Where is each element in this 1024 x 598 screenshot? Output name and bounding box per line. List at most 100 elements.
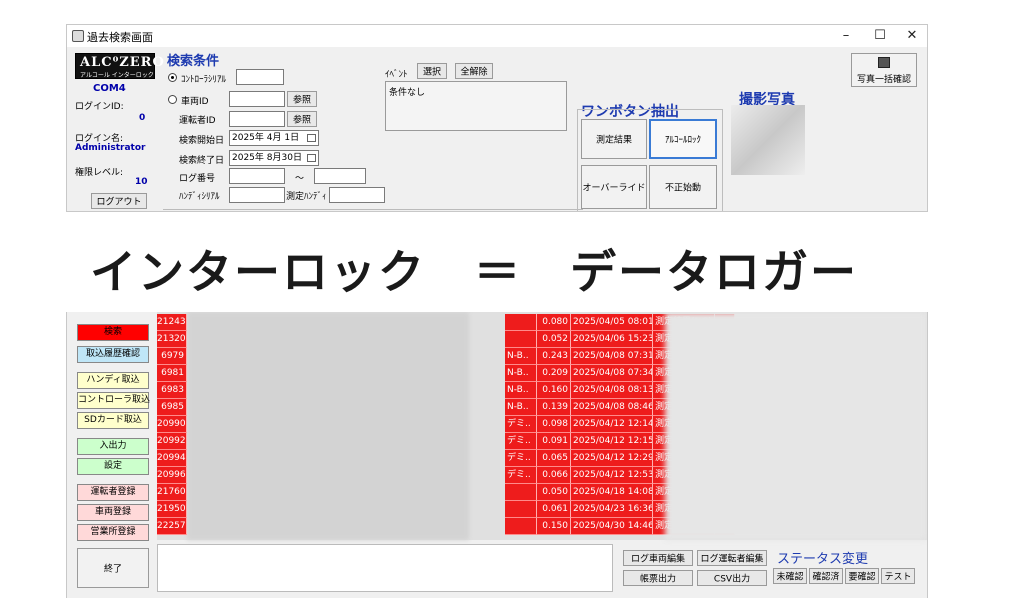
status-test-button[interactable]: テスト (881, 568, 915, 584)
table-row[interactable]: 20996デミ..0.0662025/04/12 12:53:43測定結果(NG… (157, 467, 737, 484)
log-no-label: ログ番号 (179, 174, 216, 184)
cell-datetime: 2025/04/08 07:31:46 (571, 348, 653, 365)
cell-value: 0.080 (537, 314, 571, 331)
cell-datetime: 2025/04/12 12:29:35 (571, 450, 653, 467)
vehicle-ref-button[interactable]: 参照 (287, 91, 317, 107)
override-button[interactable]: オーバーライド (581, 165, 647, 209)
log-driver-edit-button[interactable]: ログ運転者編集 (697, 550, 767, 566)
alcohol-lock-button[interactable]: ｱﾙｺｰﾙﾛｯｸ (649, 119, 717, 159)
measure-result-button[interactable]: 測定結果 (581, 119, 647, 159)
driver-id-input[interactable] (229, 111, 285, 127)
table-row[interactable]: 217600.0502025/04/18 14:08:46測定結果(NG)⇒ (157, 484, 737, 501)
cell-vehicle: N-B.. (505, 365, 537, 382)
cell-id: 20990 (157, 416, 187, 433)
cell-datetime: 2025/04/05 08:01:44 (571, 314, 653, 331)
table-row[interactable]: 219500.0612025/04/23 16:36:08測定結果(NG)⇒ (157, 501, 737, 518)
search-heading: 検索条件 (167, 54, 220, 69)
table-row[interactable]: 20990デミ..0.0982025/04/12 12:14:44測定結果(NG… (157, 416, 737, 433)
title-bar: 過去検索画面 – ☐ ✕ (67, 25, 927, 47)
vehicle-id-input[interactable] (229, 91, 285, 107)
driver-ref-button[interactable]: 参照 (287, 111, 317, 127)
calendar-icon[interactable] (307, 154, 316, 162)
cell-vehicle (505, 501, 537, 518)
cell-value: 0.065 (537, 450, 571, 467)
table-row[interactable]: 6983N-B..0.1602025/04/08 08:13:19測定結果(NG… (157, 382, 737, 399)
handy-measure-input[interactable] (329, 187, 385, 203)
driver-register-button[interactable]: 運転者登録 (77, 484, 149, 501)
cell-id: 20992 (157, 433, 187, 450)
table-row[interactable]: 222570.1502025/04/30 14:46:38測定結果(NG)⇒ (157, 518, 737, 535)
sd-card-import-button[interactable]: SDカード取込 (77, 412, 149, 429)
ledger-output-button[interactable]: 帳票出力 (623, 570, 693, 586)
office-register-button[interactable]: 営業所登録 (77, 524, 149, 541)
settings-button[interactable]: 設定 (77, 458, 149, 475)
cell-vehicle: デミ.. (505, 450, 537, 467)
cell-datetime: 2025/04/08 08:13:19 (571, 382, 653, 399)
search-button[interactable]: 検索 (77, 324, 149, 341)
photo-thumbnail[interactable] (731, 105, 805, 175)
login-id-label: ログインID: (75, 102, 124, 112)
vehicle-register-button[interactable]: 車両登録 (77, 504, 149, 521)
cell-id: 22257 (157, 518, 187, 535)
handy-import-button[interactable]: ハンディ取込 (77, 372, 149, 389)
cell-datetime: 2025/04/12 12:15:58 (571, 433, 653, 450)
log-no-to-input[interactable] (314, 168, 366, 184)
table-row[interactable]: 212430.0802025/04/05 08:01:44測定結果(NG)⇒ (157, 314, 737, 331)
cell-id: 21320 (157, 331, 187, 348)
end-date-picker[interactable]: 2025年 8月30日 (229, 150, 319, 166)
status-needs-check-button[interactable]: 要確認 (845, 568, 879, 584)
table-row[interactable]: 20992デミ..0.0912025/04/12 12:15:58測定結果(NG… (157, 433, 737, 450)
cell-datetime: 2025/04/12 12:53:43 (571, 467, 653, 484)
log-vehicle-edit-button[interactable]: ログ車両編集 (623, 550, 693, 566)
event-clear-all-button[interactable]: 全解除 (455, 63, 493, 79)
vehicle-id-radio[interactable] (168, 95, 177, 104)
csv-output-button[interactable]: CSV出力 (697, 570, 767, 586)
photo-confirm-all-button[interactable]: 写真一括確認 (851, 53, 917, 87)
cell-value: 0.160 (537, 382, 571, 399)
status-confirmed-button[interactable]: 確認済 (809, 568, 843, 584)
close-icon[interactable]: ✕ (897, 27, 927, 45)
cell-value: 0.150 (537, 518, 571, 535)
permission-value: 10 (135, 177, 148, 187)
controller-import-button[interactable]: コントローラ取込 (77, 392, 150, 409)
cell-vehicle: デミ.. (505, 467, 537, 484)
cell-vehicle: N-B.. (505, 348, 537, 365)
io-button[interactable]: 入出力 (77, 438, 149, 455)
vehicle-id-label: 車両ID (181, 97, 209, 107)
table-row[interactable]: 6979N-B..0.2432025/04/08 07:31:46測定結果(NG… (157, 348, 737, 365)
cell-vehicle: N-B.. (505, 382, 537, 399)
table-row[interactable]: 6981N-B..0.2092025/04/08 07:34:27測定結果(NG… (157, 365, 737, 382)
cell-vehicle (505, 484, 537, 501)
calendar-icon[interactable] (307, 134, 316, 142)
controller-serial-radio[interactable] (168, 73, 177, 82)
cell-value: 0.052 (537, 331, 571, 348)
app-icon (72, 30, 84, 42)
cell-value: 0.139 (537, 399, 571, 416)
event-select-button[interactable]: 選択 (417, 63, 447, 79)
table-row[interactable]: 6985N-B..0.1392025/04/08 08:46:30測定結果(NG… (157, 399, 737, 416)
illegal-start-button[interactable]: 不正始動 (649, 165, 717, 209)
handy-serial-input[interactable] (229, 187, 285, 203)
cell-datetime: 2025/04/08 07:34:27 (571, 365, 653, 382)
status-unconfirmed-button[interactable]: 未確認 (773, 568, 807, 584)
import-history-button[interactable]: 取込履歴確認 (77, 346, 149, 363)
cell-value: 0.091 (537, 433, 571, 450)
log-no-from-input[interactable] (229, 168, 285, 184)
cell-datetime: 2025/04/18 14:08:46 (571, 484, 653, 501)
table-row[interactable]: 20994デミ..0.0652025/04/12 12:29:35測定結果(NG… (157, 450, 737, 467)
minimize-icon[interactable]: – (831, 27, 861, 45)
cell-value: 0.243 (537, 348, 571, 365)
search-window-top: 過去検索画面 – ☐ ✕ ALC⁰ZERO アルコール インターロック COM4… (66, 24, 928, 212)
exit-button[interactable]: 終了 (77, 548, 149, 588)
event-label: ｲﾍﾞﾝﾄ (385, 70, 408, 80)
overlay-banner: インターロック ＝ データロガー (0, 212, 1024, 312)
controller-serial-input[interactable] (236, 69, 284, 85)
start-date-picker[interactable]: 2025年 4月 1日 (229, 130, 319, 146)
cell-value: 0.066 (537, 467, 571, 484)
cell-vehicle: デミ.. (505, 433, 537, 450)
range-separator: ～ (295, 174, 305, 184)
maximize-icon[interactable]: ☐ (865, 27, 895, 45)
logout-button[interactable]: ログアウト (91, 193, 147, 209)
login-id-value: 0 (139, 113, 146, 123)
table-row[interactable]: 213200.0522025/04/06 15:23:55測定結果(NG)⇒ (157, 331, 737, 348)
